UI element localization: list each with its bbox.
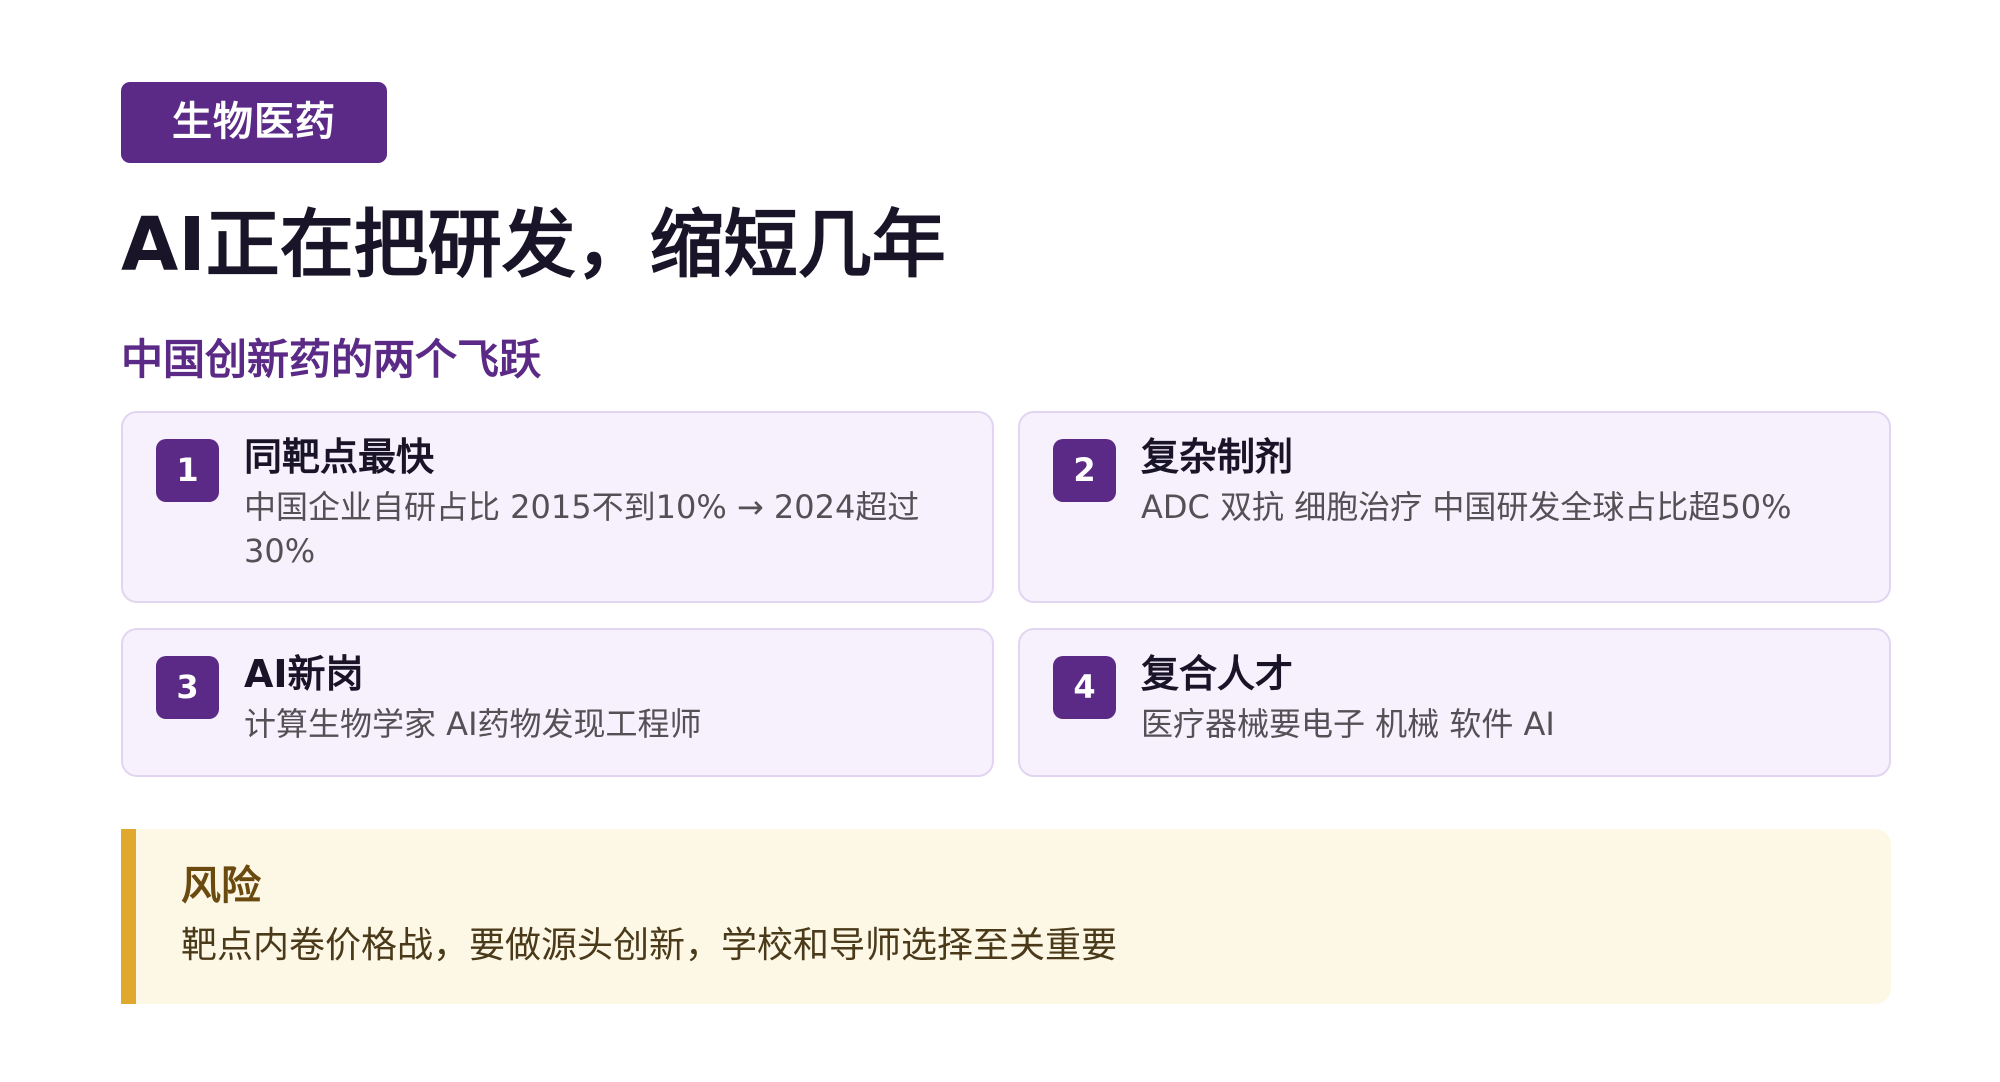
card-number-badge: 2 <box>1053 439 1116 502</box>
risk-title: 风险 <box>181 863 261 909</box>
category-tag: 生物医药 <box>121 82 387 163</box>
card-number-badge: 3 <box>156 656 219 719</box>
feature-card-3: 3 AI新岗 计算生物学家 AI药物发现工程师 <box>121 628 994 777</box>
card-description: 中国企业自研占比 2015不到10% → 2024超过30% <box>244 488 920 570</box>
card-title: 复合人才 <box>1141 652 1294 696</box>
card-number-badge: 4 <box>1053 656 1116 719</box>
card-description: 医疗器械要电子 机械 软件 AI <box>1141 705 1555 743</box>
slide: 生物医药 AI正在把研发，缩短几年 中国创新药的两个飞跃 1 同靶点最快 中国企… <box>0 0 2000 1082</box>
card-title: 同靶点最快 <box>244 435 435 479</box>
feature-card-4: 4 复合人才 医疗器械要电子 机械 软件 AI <box>1018 628 1891 777</box>
card-description: ADC 双抗 细胞治疗 中国研发全球占比超50% <box>1141 488 1792 526</box>
card-title: 复杂制剂 <box>1141 435 1294 479</box>
risk-description: 靶点内卷价格战，要做源头创新，学校和导师选择至关重要 <box>181 925 1118 966</box>
card-title: AI新岗 <box>244 652 364 696</box>
card-number-badge: 1 <box>156 439 219 502</box>
page-title: AI正在把研发，缩短几年 <box>121 202 946 288</box>
card-description: 计算生物学家 AI药物发现工程师 <box>244 705 702 743</box>
feature-card-2: 2 复杂制剂 ADC 双抗 细胞治疗 中国研发全球占比超50% <box>1018 411 1891 603</box>
feature-card-1: 1 同靶点最快 中国企业自研占比 2015不到10% → 2024超过30% <box>121 411 994 603</box>
section-subtitle: 中国创新药的两个飞跃 <box>121 335 542 384</box>
risk-callout: 风险 靶点内卷价格战，要做源头创新，学校和导师选择至关重要 <box>121 829 1891 1004</box>
